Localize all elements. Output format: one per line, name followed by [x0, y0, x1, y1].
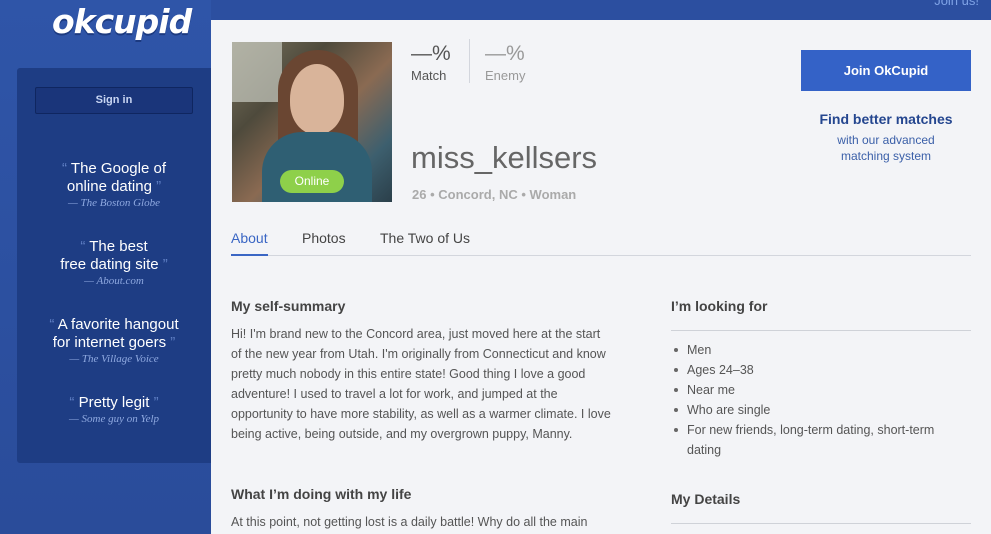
summary-line: of the new year from Utah. I'm originall…: [231, 347, 606, 361]
join-okcupid-button[interactable]: Join OkCupid: [801, 50, 971, 91]
quote-line: The Google of: [70, 160, 166, 177]
looking-for-list: Men Ages 24–38 Near me Who are single Fo…: [671, 340, 971, 460]
quote-line: online dating: [66, 178, 152, 195]
sign-in-button[interactable]: Sign in: [35, 87, 193, 114]
life-text: At this point, not getting lost is a dai…: [231, 515, 588, 529]
summary-line: opportunity to have more stability, as w…: [231, 407, 611, 421]
enemy-percent: —%: [485, 42, 525, 65]
open-quote-icon: “: [62, 160, 71, 177]
okcupid-logo[interactable]: okcupid: [52, 2, 192, 41]
list-item: Men: [671, 340, 971, 360]
tab-photos[interactable]: Photos: [302, 230, 346, 254]
quote-source: — The Boston Globe: [68, 197, 160, 209]
photo-face: [290, 64, 344, 134]
self-summary-text: Hi! I'm brand new to the Concord area, j…: [231, 324, 661, 444]
looking-for-heading: I’m looking for: [671, 298, 768, 314]
quote-line: Pretty legit: [78, 394, 150, 411]
enemy-label: Enemy: [485, 68, 526, 83]
profile-location: Concord, NC: [438, 187, 518, 202]
open-quote-icon: “: [80, 238, 90, 255]
summary-line: being active, being outside, and my over…: [231, 427, 573, 441]
stat-divider: [469, 39, 470, 83]
meta-separator: •: [430, 187, 435, 202]
summary-line: pretty much nobody in this entire state!…: [231, 367, 586, 381]
enemy-stat: —% Enemy: [485, 42, 525, 83]
summary-line: Hi! I'm brand new to the Concord area, j…: [231, 327, 601, 341]
profile-basics: 26 • Concord, NC • Woman: [412, 187, 576, 202]
self-summary-heading: My self-summary: [231, 298, 346, 314]
profile-age: 26: [412, 187, 427, 202]
sidebar-panel: Sign in “ The Google of online dating ” …: [17, 68, 211, 463]
meta-separator: •: [521, 187, 526, 202]
close-quote-icon: ”: [158, 256, 168, 273]
press-quote: “ The best free dating site ” — About.co…: [17, 238, 211, 287]
press-quote: “ The Google of online dating ” — The Bo…: [17, 160, 211, 209]
profile-gender: Woman: [529, 187, 577, 202]
section-divider: [671, 330, 971, 331]
better-matches-subtext-1: with our advanced: [837, 133, 935, 147]
profile-username: miss_kellsers: [411, 140, 598, 175]
photo-window: [232, 42, 282, 102]
close-quote-icon: ”: [149, 394, 159, 411]
quote-line: for internet goers: [52, 334, 167, 351]
quote-source: — About.com: [84, 275, 144, 287]
list-item: Who are single: [671, 400, 971, 420]
profile-main: Online —% Match —% Enemy miss_kellsers 2…: [211, 20, 991, 534]
list-item: For new friends, long-term dating, short…: [671, 420, 971, 460]
quote-source: — Some guy on Yelp: [68, 413, 160, 425]
online-badge: Online: [280, 170, 344, 193]
quote-line: The best: [89, 238, 148, 255]
close-quote-icon: ”: [151, 178, 162, 195]
profile-photo[interactable]: Online: [232, 42, 392, 202]
match-stat: —% Match: [411, 42, 451, 83]
my-details-heading: My Details: [671, 491, 741, 507]
close-quote-icon: ”: [166, 334, 176, 351]
quote-line: A favorite hangout: [57, 316, 179, 333]
quote-source: — The Village Voice: [69, 353, 159, 365]
open-quote-icon: “: [69, 394, 79, 411]
list-item: Near me: [671, 380, 971, 400]
open-quote-icon: “: [49, 316, 58, 333]
quote-line: free dating site: [60, 256, 159, 273]
match-label: Match: [411, 68, 447, 83]
life-heading: What I’m doing with my life: [231, 486, 412, 502]
match-percent: —%: [411, 42, 451, 65]
tab-the-two-of-us[interactable]: The Two of Us: [380, 230, 470, 254]
press-quote: “ Pretty legit ” — Some guy on Yelp: [17, 394, 211, 425]
profile-tabs: About Photos The Two of Us: [231, 230, 971, 256]
press-quote: “ A favorite hangout for internet goers …: [17, 316, 211, 365]
tab-about[interactable]: About: [231, 230, 268, 256]
join-us-link[interactable]: Join us!: [934, 0, 979, 8]
better-matches-subtext-2: matching system: [840, 149, 932, 163]
left-sidebar: okcupid Sign in “ The Google of online d…: [0, 0, 211, 534]
summary-line: adventure! I used to travel a lot for wo…: [231, 387, 558, 401]
list-item: Ages 24–38: [671, 360, 971, 380]
section-divider: [671, 523, 971, 524]
better-matches-link[interactable]: Find better matches: [801, 111, 971, 127]
better-matches-promo: Find better matches with our advanced ma…: [801, 111, 971, 164]
